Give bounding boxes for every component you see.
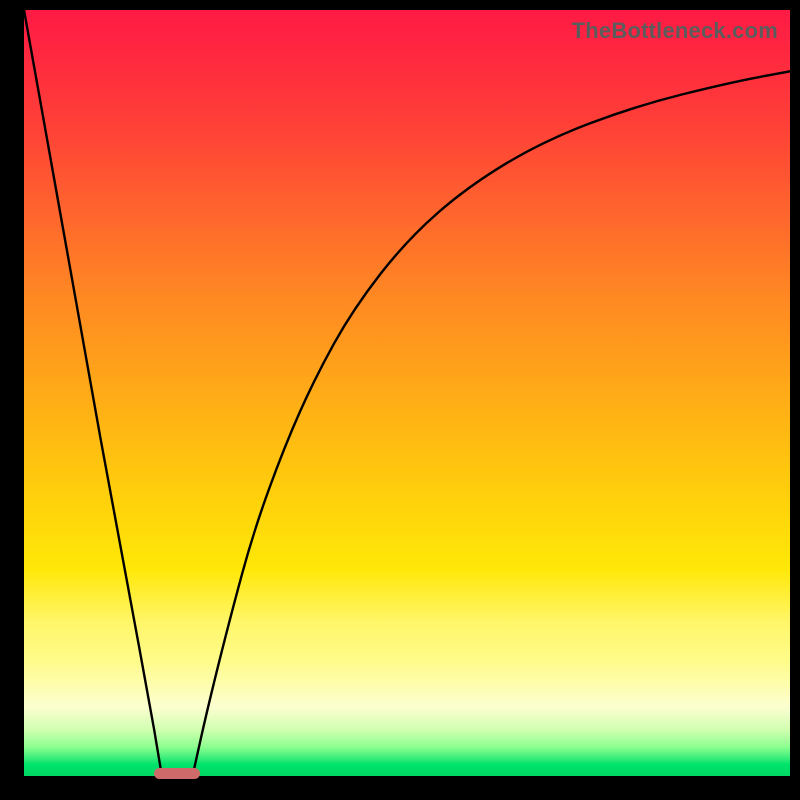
right-branch-path (193, 71, 790, 776)
chart-frame: TheBottleneck.com (0, 0, 800, 800)
left-branch-path (24, 10, 162, 776)
optimal-marker (154, 768, 200, 779)
plot-area: TheBottleneck.com (24, 10, 790, 776)
curve-layer (24, 10, 790, 776)
